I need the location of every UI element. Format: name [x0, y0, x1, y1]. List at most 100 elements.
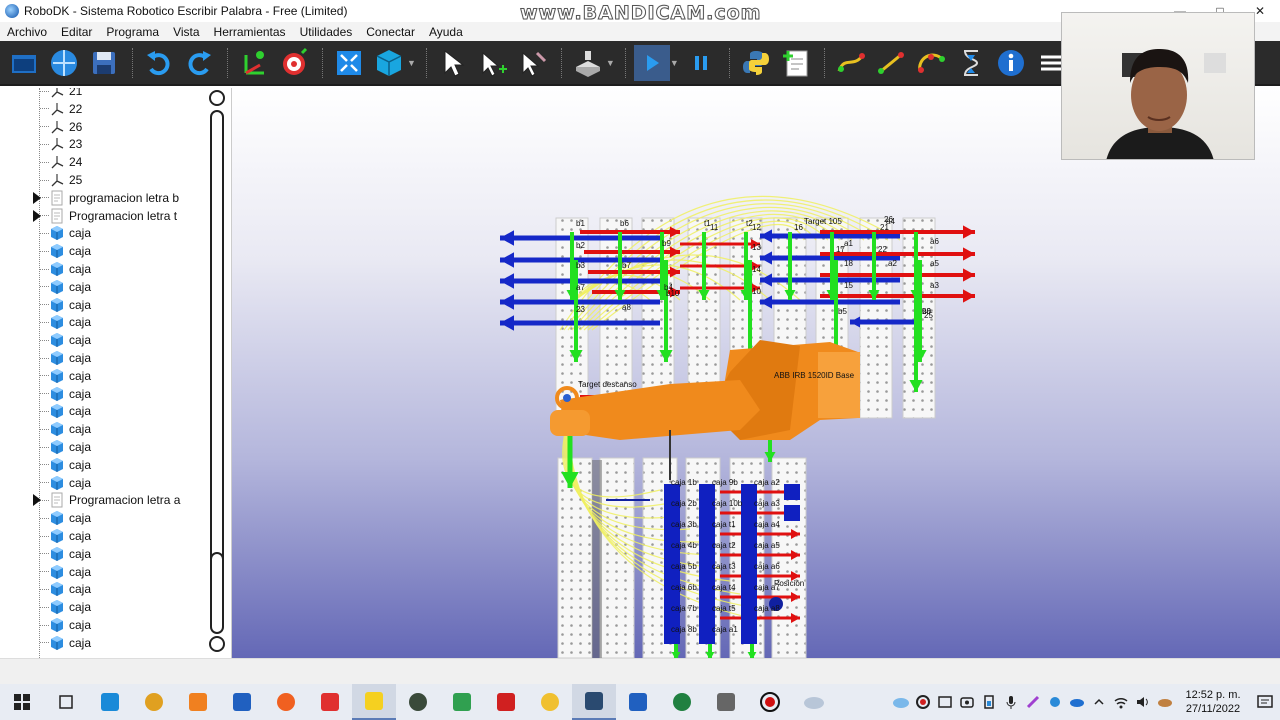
tree-item-caja[interactable]: caja [0, 509, 91, 527]
tree-item-program[interactable]: Programacion letra t [0, 207, 177, 225]
tree-item-caja[interactable]: caja [0, 474, 91, 492]
task-view-icon[interactable] [44, 684, 88, 720]
camera-tray-icon[interactable] [956, 684, 978, 720]
tree-item-caja[interactable]: caja [0, 420, 91, 438]
fit-all-icon[interactable] [331, 45, 367, 81]
tree-item-caja[interactable]: caja [0, 616, 91, 634]
battery-tray-icon[interactable] [978, 684, 1000, 720]
chevron-up-icon[interactable] [1088, 684, 1110, 720]
open-station-icon[interactable] [6, 45, 42, 81]
tree-item-caja[interactable]: caja [0, 438, 91, 456]
info-icon[interactable] [993, 45, 1029, 81]
menu-programa[interactable]: Programa [99, 25, 166, 39]
tree-item-caja[interactable]: caja [0, 580, 91, 598]
tree-item-caja[interactable]: caja [0, 563, 91, 581]
tree-item-caja[interactable]: caja [0, 313, 91, 331]
select-icon[interactable] [435, 45, 471, 81]
move-reference-icon[interactable] [475, 45, 511, 81]
menu-editar[interactable]: Editar [54, 25, 99, 39]
scroll-thumb[interactable] [210, 552, 224, 634]
pen-tray-icon[interactable] [1022, 684, 1044, 720]
tree-item-caja[interactable]: caja [0, 278, 91, 296]
snipping-tray-icon[interactable] [934, 684, 956, 720]
move-circular-icon[interactable] [913, 45, 949, 81]
3d-scene[interactable]: b1 b6 t1 t2 Target 105 a4b2 b911 12 16 21a613 a117… [232, 88, 1280, 658]
sticky-notes-icon[interactable] [352, 684, 396, 720]
menu-conectar[interactable]: Conectar [359, 25, 422, 39]
scroll-up-button[interactable] [209, 90, 225, 106]
tree-item-target[interactable]: 22 [0, 100, 82, 118]
menu-vista[interactable]: Vista [166, 25, 206, 39]
menu-archivo[interactable]: Archivo [0, 25, 54, 39]
tree-scrollbar[interactable] [208, 90, 226, 652]
expand-arrow-icon[interactable] [33, 191, 41, 204]
excel-icon[interactable] [660, 684, 704, 720]
iso-view-icon[interactable] [371, 45, 407, 81]
collision-dropdown-icon[interactable]: ▼ [606, 58, 615, 68]
anydesk-icon[interactable] [308, 684, 352, 720]
pause-instruction-icon[interactable] [953, 45, 989, 81]
tree-item-target[interactable]: 25 [0, 171, 82, 189]
expand-arrow-icon[interactable] [33, 494, 41, 507]
view-dropdown-icon[interactable]: ▼ [407, 58, 416, 68]
move-tool-icon[interactable] [515, 45, 551, 81]
tree-item-caja[interactable]: caja [0, 402, 91, 420]
undo-icon[interactable] [141, 45, 177, 81]
windows-start-icon[interactable] [0, 684, 44, 720]
tree-item-program[interactable]: programacion letra b [0, 189, 179, 207]
record-tray-icon[interactable] [912, 684, 934, 720]
network-tool-icon[interactable] [440, 684, 484, 720]
3d-view[interactable]: b1 b6 t1 t2 Target 105 a4 b2 b9 11 12 16 21 a6 13 a1 17… [232, 88, 1280, 658]
run-program-icon[interactable] [633, 44, 670, 81]
chrome-icon[interactable] [132, 684, 176, 720]
tree-item-caja[interactable]: caja [0, 385, 91, 403]
tree-item-target[interactable]: 23 [0, 135, 82, 153]
network-share-tray-icon[interactable] [1044, 684, 1066, 720]
tree-item-caja[interactable]: caja [0, 349, 91, 367]
scroll-down-button[interactable] [209, 636, 225, 652]
file-explorer-icon[interactable] [528, 684, 572, 720]
acrobat-icon[interactable] [484, 684, 528, 720]
expand-arrow-icon[interactable] [33, 209, 41, 222]
menu-ayuda[interactable]: Ayuda [422, 25, 470, 39]
tree-item-caja[interactable]: caja [0, 545, 91, 563]
notifications-icon[interactable] [1250, 684, 1280, 720]
tree-item-caja[interactable]: caja [0, 260, 91, 278]
microphone-tray-icon[interactable] [1000, 684, 1022, 720]
save-icon[interactable] [86, 45, 122, 81]
add-reference-frame-icon[interactable] [236, 45, 272, 81]
pause-icon[interactable] [683, 45, 719, 81]
tree-item-caja[interactable]: caja [0, 224, 91, 242]
tree-item-target[interactable]: 24 [0, 153, 82, 171]
add-program-icon[interactable] [778, 45, 814, 81]
vmware-icon[interactable] [704, 684, 748, 720]
mathworks-icon[interactable] [396, 684, 440, 720]
tree-item-caja[interactable]: caja [0, 527, 91, 545]
tree-item-program[interactable]: Programacion letra a [0, 491, 180, 509]
word-icon[interactable] [616, 684, 660, 720]
move-joint-icon[interactable] [833, 45, 869, 81]
tree-item-target[interactable]: 21 [0, 88, 82, 100]
taskbar-clock[interactable]: 12:52 p. m. 27/11/2022 [1180, 688, 1246, 716]
run-dropdown-icon[interactable]: ▼ [670, 58, 679, 68]
online-library-icon[interactable] [46, 45, 82, 81]
tree-item-caja[interactable]: caja [0, 296, 91, 314]
move-linear-icon[interactable] [873, 45, 909, 81]
collision-icon[interactable] [570, 45, 606, 81]
redo-icon[interactable] [181, 45, 217, 81]
volume-icon[interactable] [1132, 684, 1154, 720]
tree-item-caja[interactable]: caja [0, 456, 91, 474]
edge-icon[interactable] [88, 684, 132, 720]
tree-item-caja[interactable]: caja [0, 598, 91, 616]
sublime-icon[interactable] [176, 684, 220, 720]
cloud-icon[interactable] [890, 684, 912, 720]
wifi-icon[interactable] [1110, 684, 1132, 720]
menu-utilidades[interactable]: Utilidades [293, 25, 360, 39]
onedrive-tray-icon[interactable] [1066, 684, 1088, 720]
tree-item-target[interactable]: 26 [0, 118, 82, 136]
tree-item-caja[interactable]: caja [0, 634, 91, 652]
robodk-icon[interactable] [572, 684, 616, 720]
tree-item-caja[interactable]: caja [0, 242, 91, 260]
tree-item-caja[interactable]: caja [0, 331, 91, 349]
add-target-icon[interactable] [276, 45, 312, 81]
